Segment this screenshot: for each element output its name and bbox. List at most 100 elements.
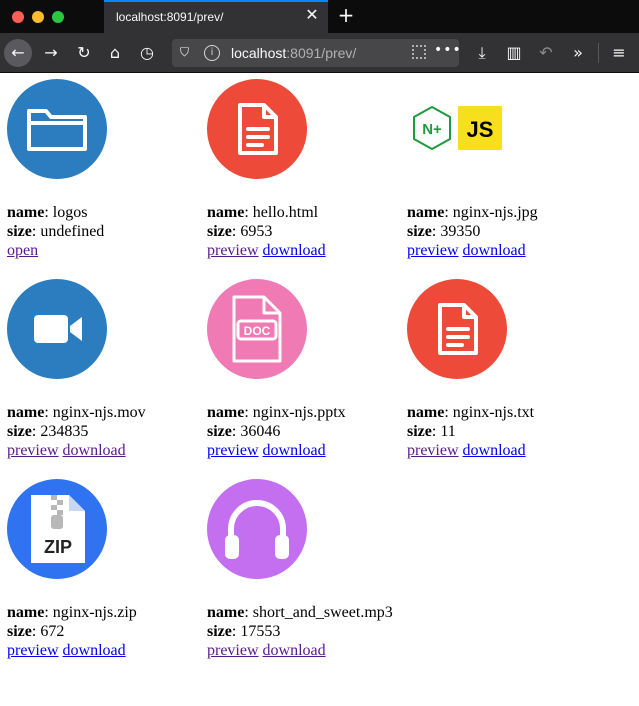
file-name: nginx-njs.zip xyxy=(52,604,137,621)
back-arrow-icon[interactable]: ← xyxy=(4,39,32,67)
tab-close-icon[interactable]: ✕ xyxy=(304,7,320,23)
file-name-line: name: nginx-njs.pptx xyxy=(207,404,346,421)
svg-text:N+: N+ xyxy=(422,121,442,138)
preview-link[interactable]: preview xyxy=(407,442,459,459)
new-tab-icon[interactable]: + xyxy=(336,5,356,25)
document-icon[interactable] xyxy=(207,79,307,179)
sidebar-icon[interactable]: ▥ xyxy=(500,39,528,67)
home-icon[interactable]: ⌂ xyxy=(101,39,129,67)
size-label: size xyxy=(207,423,232,440)
undo-icon[interactable]: ↶ xyxy=(532,39,560,67)
hamburger-menu-icon[interactable]: ≡ xyxy=(605,39,633,67)
size-label: size xyxy=(7,223,32,240)
name-label: name xyxy=(7,404,45,421)
document-icon[interactable] xyxy=(407,279,507,379)
name-label: name xyxy=(207,404,245,421)
doc-label-text: DOC xyxy=(244,324,271,338)
file-name-line: name: hello.html xyxy=(207,204,319,221)
size-label: size xyxy=(407,423,432,440)
url-host: localhost xyxy=(231,45,287,61)
download-link[interactable]: download xyxy=(263,442,326,459)
history-clock-icon[interactable]: ◷ xyxy=(133,39,161,67)
page-actions-icon[interactable]: ••• xyxy=(434,42,462,58)
zip-label-text: ZIP xyxy=(44,537,72,557)
file-card: N+ JS name: nginx-njs.jpg size: 39350 pr… xyxy=(407,79,607,260)
headphones-icon[interactable] xyxy=(207,479,307,579)
download-link[interactable]: download xyxy=(463,242,526,259)
file-listing: name: logos size: undefined open name: h… xyxy=(0,73,639,706)
url-path: :8091/prev/ xyxy=(286,45,357,61)
forward-arrow-icon[interactable]: → xyxy=(37,39,65,67)
minimize-window-button[interactable] xyxy=(32,11,44,23)
image-thumbnail[interactable]: N+ JS xyxy=(407,79,507,179)
file-size-line: size: 17553 xyxy=(207,623,281,640)
reload-icon[interactable]: ↻ xyxy=(70,39,98,67)
file-name-line: name: logos xyxy=(7,204,88,221)
name-label: name xyxy=(7,604,45,621)
file-name-line: name: short_and_sweet.mp3 xyxy=(207,604,393,621)
size-label: size xyxy=(207,623,232,640)
file-card: name: nginx-njs.txt size: 11 preview dow… xyxy=(407,279,607,460)
file-name-line: name: nginx-njs.mov xyxy=(7,404,146,421)
preview-link[interactable]: preview xyxy=(207,642,259,659)
file-size-line: size: undefined xyxy=(7,223,105,240)
name-label: name xyxy=(207,204,245,221)
download-link[interactable]: download xyxy=(63,442,126,459)
svg-text:DOC: DOC xyxy=(244,324,271,338)
size-label: size xyxy=(207,223,232,240)
preview-link[interactable]: preview xyxy=(207,442,259,459)
qr-code-icon[interactable] xyxy=(412,45,426,59)
file-size: 6953 xyxy=(240,223,273,240)
file-name: nginx-njs.pptx xyxy=(252,404,346,421)
file-size: 11 xyxy=(440,423,456,440)
url-bar[interactable]: ⛉ i localhost:8091/prev/ ••• xyxy=(172,39,462,67)
file-size: 234835 xyxy=(40,423,89,440)
download-icon[interactable]: ⤓ xyxy=(468,39,496,67)
open-link[interactable]: open xyxy=(7,242,38,259)
preview-link[interactable]: preview xyxy=(7,442,59,459)
file-name-line: name: nginx-njs.zip xyxy=(7,604,137,621)
url-text[interactable]: localhost:8091/prev/ xyxy=(231,45,356,61)
file-size: undefined xyxy=(40,223,105,240)
video-icon[interactable] xyxy=(7,279,107,379)
file-size-line: size: 11 xyxy=(407,423,456,440)
download-link[interactable]: download xyxy=(263,242,326,259)
download-link[interactable]: download xyxy=(63,642,126,659)
zoom-window-button[interactable] xyxy=(52,11,64,23)
navigation-toolbar: ← → ↻ ⌂ ◷ ⛉ i localhost:8091/prev/ ••• ⤓… xyxy=(0,33,639,73)
name-label: name xyxy=(7,204,45,221)
download-link[interactable]: download xyxy=(463,442,526,459)
overflow-chevron-icon[interactable]: » xyxy=(564,39,592,67)
download-link[interactable]: download xyxy=(263,642,326,659)
site-info-icon[interactable]: i xyxy=(204,45,220,61)
browser-tab[interactable]: localhost:8091/prev/ ✕ xyxy=(104,0,328,33)
file-size: 17553 xyxy=(240,623,281,640)
file-size-line: size: 234835 xyxy=(7,423,89,440)
doc-file-icon[interactable]: DOC xyxy=(207,279,307,379)
file-name: logos xyxy=(52,204,88,221)
preview-link[interactable]: preview xyxy=(407,242,459,259)
file-card: name: hello.html size: 6953 preview down… xyxy=(207,79,407,260)
folder-icon[interactable] xyxy=(7,79,107,179)
file-name-line: name: nginx-njs.txt xyxy=(407,404,535,421)
file-name: nginx-njs.mov xyxy=(52,404,146,421)
preview-link[interactable]: preview xyxy=(7,642,59,659)
close-window-button[interactable] xyxy=(12,11,24,23)
file-size-line: size: 672 xyxy=(7,623,65,640)
preview-link[interactable]: preview xyxy=(207,242,259,259)
toolbar-divider xyxy=(598,43,599,63)
file-name: nginx-njs.jpg xyxy=(452,204,538,221)
size-label: size xyxy=(7,623,32,640)
file-card: DOC name: nginx-njs.pptx size: 36046 pre… xyxy=(207,279,407,460)
browser-titlebar: localhost:8091/prev/ ✕ + xyxy=(0,0,639,33)
file-size: 36046 xyxy=(240,423,281,440)
njs-logo-left-text: N+ xyxy=(422,121,442,138)
file-size: 672 xyxy=(40,623,65,640)
size-label: size xyxy=(7,423,32,440)
tracking-protection-shield-icon[interactable]: ⛉ xyxy=(180,45,194,61)
name-label: name xyxy=(407,404,445,421)
zip-icon[interactable]: ZIP xyxy=(7,479,107,579)
svg-text:JS: JS xyxy=(467,117,494,142)
file-name: nginx-njs.txt xyxy=(452,404,535,421)
name-label: name xyxy=(207,604,245,621)
